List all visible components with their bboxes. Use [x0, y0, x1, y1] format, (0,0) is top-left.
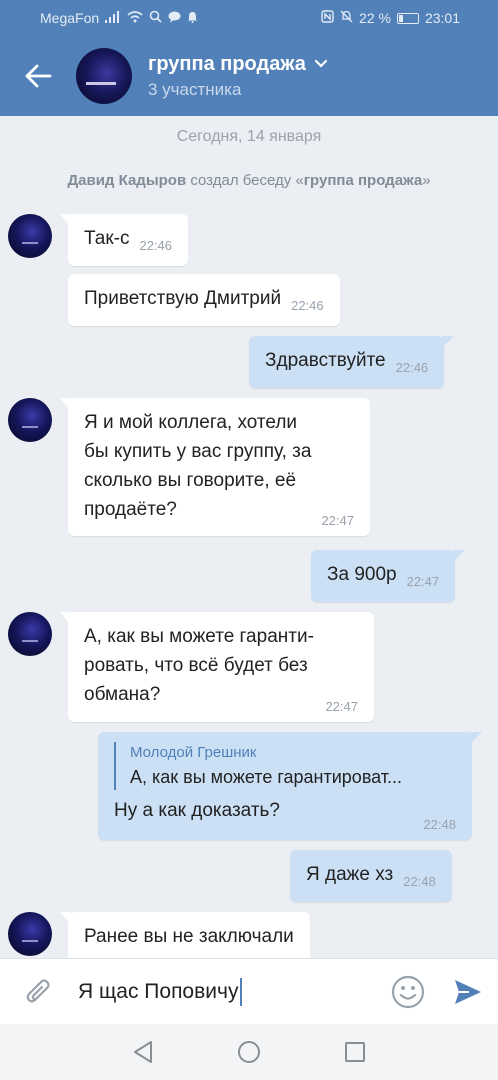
- message-text: Ранее вы не заключали: [84, 926, 294, 947]
- message-text: Я даже хз: [306, 864, 394, 885]
- message-line: сколько вы говорите, её: [84, 470, 297, 491]
- send-button[interactable]: [438, 959, 498, 1025]
- message-input-value: Я щас Поповичу: [78, 979, 239, 1003]
- message-text: За 900р: [327, 564, 397, 585]
- message-bubble-outgoing[interactable]: Я даже хз 22:48: [290, 850, 452, 902]
- message-input[interactable]: Я щас Поповичу: [78, 972, 378, 1012]
- reply-author: Молодой Грешник: [130, 744, 257, 761]
- chat-title: группа продажа: [148, 52, 306, 75]
- chat-title-block[interactable]: группа продажа 3 участника: [148, 53, 328, 100]
- battery-icon: [396, 12, 419, 24]
- system-message-author[interactable]: Давид Кадыров: [67, 172, 186, 189]
- message-text: Здравствуйте: [265, 350, 386, 371]
- message-time: 22:48: [403, 874, 436, 889]
- nav-home-button[interactable]: [235, 1038, 263, 1066]
- message-time: 22:47: [406, 574, 440, 589]
- system-message-end: »: [422, 172, 431, 189]
- message-bubble-outgoing[interactable]: За 900р 22:47: [311, 550, 466, 602]
- attach-button[interactable]: [0, 959, 78, 1025]
- circle-home-icon: [238, 1041, 260, 1063]
- message-time: 22:46: [395, 360, 429, 375]
- smile-icon: [391, 975, 425, 1008]
- system-message-action: создал беседу «: [186, 172, 304, 189]
- reply-quote[interactable]: Молодой Грешник А, как вы можете гаранти…: [114, 742, 456, 790]
- sender-avatar[interactable]: [8, 612, 52, 656]
- message-line: Я и мой коллега, хотели: [84, 412, 298, 433]
- send-icon: [455, 979, 481, 1004]
- emoji-button[interactable]: [378, 959, 438, 1025]
- message-text: Так-с: [84, 228, 130, 249]
- message-time: 22:46: [139, 238, 173, 253]
- search-icon: [149, 10, 162, 26]
- message-line: ровать, что всё будет без: [84, 655, 308, 676]
- sender-avatar[interactable]: [8, 214, 52, 258]
- clock: 23:01: [424, 10, 460, 26]
- battery-percent: 22 %: [359, 10, 391, 26]
- reply-text: А, как вы можете гарантироват...: [130, 767, 403, 787]
- text-caret: [240, 977, 243, 1006]
- date-separator: Сегодня, 14 января: [176, 128, 322, 145]
- message-bubble-incoming[interactable]: А, как вы можете гаранти- ровать, что вс…: [60, 612, 374, 722]
- message-list[interactable]: Сегодня, 14 января Давид Кадыров создал …: [0, 116, 498, 958]
- wifi-icon: [127, 10, 143, 26]
- sender-avatar[interactable]: [8, 398, 52, 442]
- system-message-chat-name: группа продажа: [303, 172, 423, 189]
- triangle-back-icon: [134, 1041, 152, 1063]
- sender-avatar[interactable]: [8, 912, 52, 956]
- message-bubble-outgoing[interactable]: Молодой Грешник А, как вы можете гаранти…: [98, 732, 482, 840]
- message-line: продаёте?: [84, 499, 177, 520]
- bell-icon: [187, 11, 198, 26]
- message-line: обмана?: [84, 684, 161, 705]
- system-message: Давид Кадыров создал беседу «группа прод…: [0, 172, 498, 189]
- message-line: бы купить у вас группу, за: [84, 441, 312, 462]
- message-time: 22:48: [423, 817, 456, 832]
- arrow-left-icon: [25, 64, 52, 88]
- message-bubble-incoming[interactable]: Приветствую Дмитрий 22:46: [68, 274, 340, 326]
- carrier-label: MegaFon: [40, 10, 100, 26]
- participants-count: 3 участника: [148, 79, 242, 99]
- message-line: А, как вы можете гаранти-: [84, 626, 314, 647]
- status-bar: MegaFon 22 % 23:01: [0, 0, 498, 36]
- message-bubble-incoming[interactable]: Ранее вы не заключали: [60, 912, 310, 958]
- message-time: 22:47: [321, 513, 354, 528]
- chat-notification-icon: [168, 11, 181, 26]
- message-bubble-incoming[interactable]: Так-с 22:46: [60, 214, 189, 266]
- message-time: 22:47: [325, 699, 358, 714]
- system-nav-bar: [0, 1024, 498, 1080]
- nav-recents-button[interactable]: [341, 1038, 369, 1066]
- message-bubble-incoming[interactable]: Я и мой коллега, хотели бы купить у вас …: [60, 398, 370, 536]
- square-recents-icon: [345, 1042, 365, 1062]
- chat-header: группа продажа 3 участника: [0, 36, 498, 116]
- signal-icon: [105, 10, 121, 26]
- nfc-icon: [321, 10, 334, 26]
- paperclip-icon: [26, 978, 50, 1002]
- composer: Я щас Поповичу: [0, 958, 498, 1024]
- nav-back-button[interactable]: [129, 1038, 157, 1066]
- back-button[interactable]: [0, 36, 76, 116]
- chevron-down-icon: [314, 59, 327, 68]
- message-text: Приветствую Дмитрий: [84, 288, 282, 309]
- chat-avatar[interactable]: [76, 48, 132, 104]
- message-text: Ну а как доказать?: [114, 800, 280, 821]
- message-time: 22:46: [291, 298, 324, 313]
- mute-icon: [340, 10, 353, 26]
- message-bubble-outgoing[interactable]: Здравствуйте 22:46: [249, 336, 455, 388]
